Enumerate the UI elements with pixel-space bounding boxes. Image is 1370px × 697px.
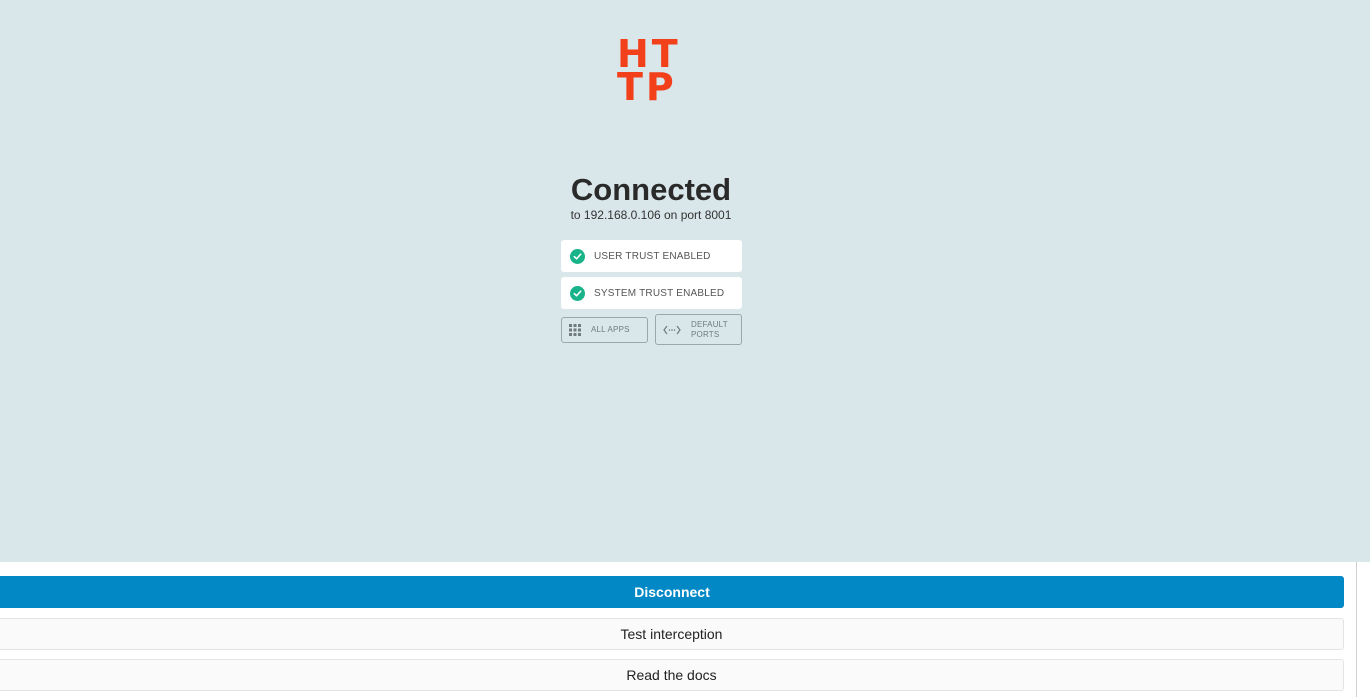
connection-details: to 192.168.0.106 on port 8001 (570, 208, 732, 222)
all-apps-button[interactable]: ALL APPS (561, 317, 648, 343)
httptoolkit-logo: HT TP (617, 35, 687, 109)
ports-icon (663, 325, 681, 335)
check-circle-icon (570, 248, 585, 264)
logo-line-2: TP (617, 65, 677, 109)
connection-status-title: Connected (570, 172, 732, 207)
grid-icon (569, 324, 581, 336)
default-ports-label-line-2: PORTS (691, 329, 720, 339)
default-ports-label: DEFAULT PORTS (691, 320, 728, 340)
disconnect-button[interactable]: Disconnect (0, 576, 1344, 608)
read-docs-button[interactable]: Read the docs (0, 659, 1344, 691)
system-trust-label: SYSTEM TRUST ENABLED (594, 287, 725, 299)
user-trust-status: USER TRUST ENABLED (561, 240, 742, 272)
check-circle-icon (570, 285, 585, 301)
test-interception-button[interactable]: Test interception (0, 618, 1344, 650)
scrollbar[interactable] (1356, 562, 1370, 697)
default-ports-label-line-1: DEFAULT (691, 319, 728, 329)
all-apps-label: ALL APPS (591, 325, 630, 334)
action-panel: Disconnect Test interception Read the do… (0, 562, 1356, 697)
system-trust-status: SYSTEM TRUST ENABLED (561, 277, 742, 309)
default-ports-button[interactable]: DEFAULT PORTS (655, 314, 742, 345)
user-trust-label: USER TRUST ENABLED (594, 250, 711, 262)
